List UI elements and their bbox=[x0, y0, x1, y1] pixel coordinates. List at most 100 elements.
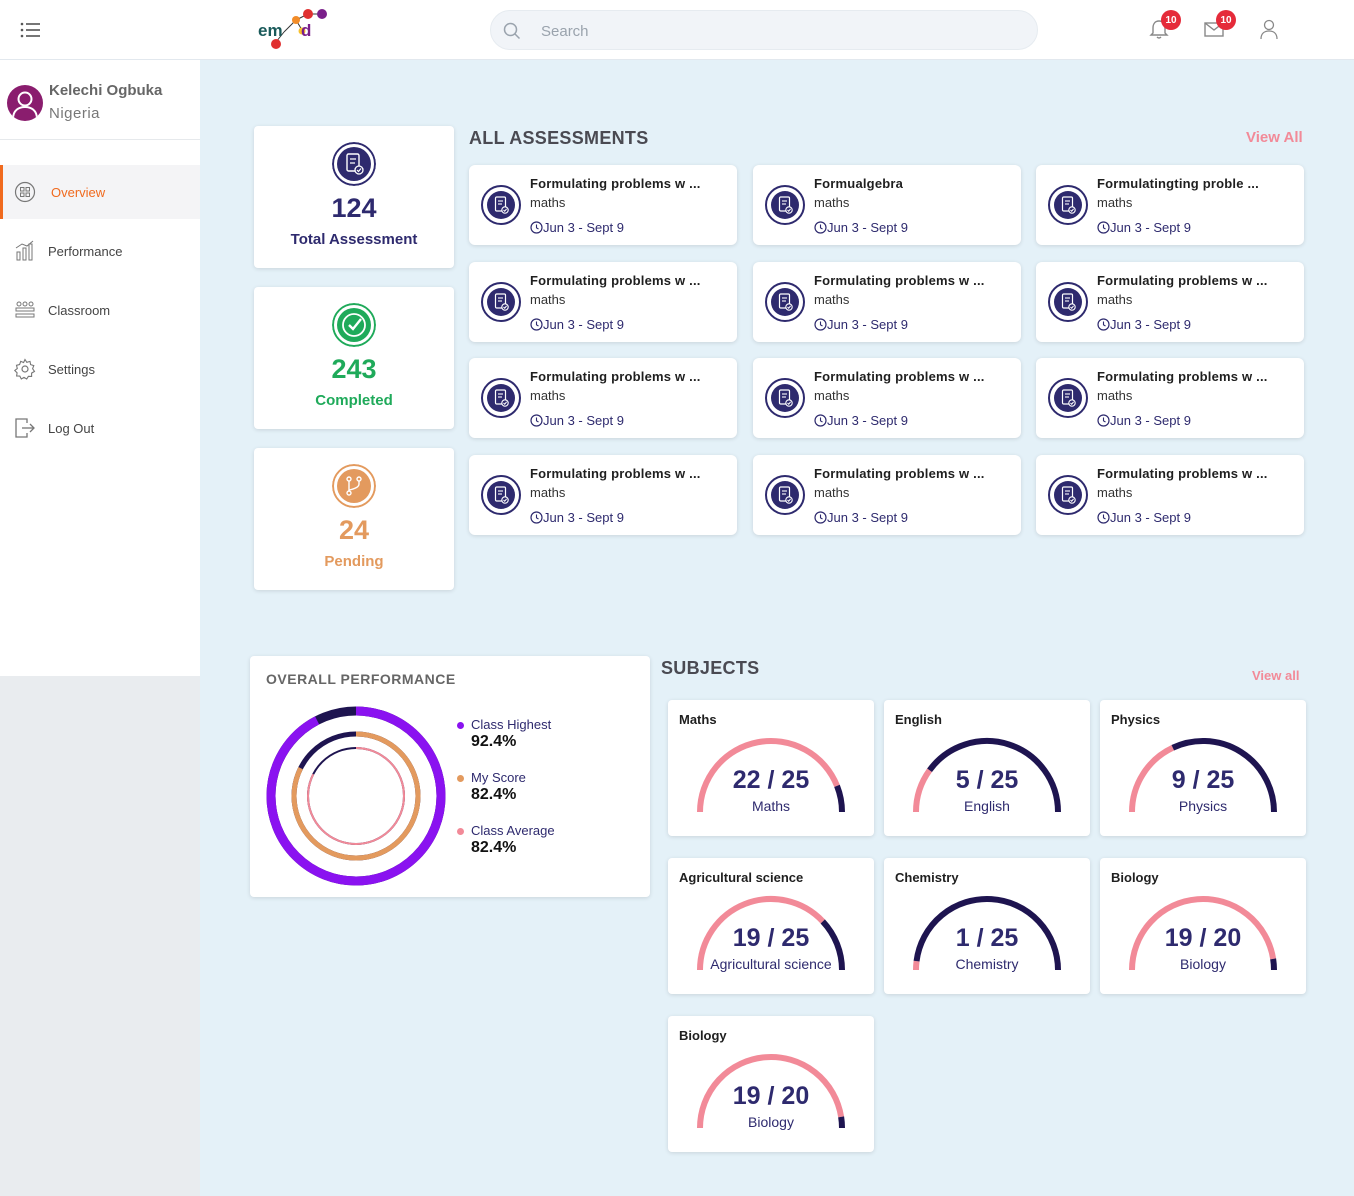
assessment-title: Formulating problems w ... bbox=[814, 369, 985, 384]
stat-value: 124 bbox=[331, 193, 377, 223]
sidebar-item-overview[interactable]: Overview bbox=[0, 165, 200, 219]
assessment-card[interactable]: Formulating problems w ... maths Jun 3 - S… bbox=[753, 455, 1021, 535]
sidebar-item-label: Settings bbox=[48, 362, 95, 377]
notifications-badge: 10 bbox=[1161, 10, 1181, 30]
subject-card[interactable]: Chemistry 1 / 25 Chemistry bbox=[884, 858, 1090, 994]
sidebar-item-settings[interactable]: Settings bbox=[0, 342, 200, 396]
subject-gauge bbox=[697, 738, 845, 813]
subject-gauge bbox=[697, 896, 845, 971]
subject-card[interactable]: English 5 / 25 English bbox=[884, 700, 1090, 836]
sidebar-item-label: Overview bbox=[51, 185, 106, 200]
assessment-title: Formulating problems w ... bbox=[814, 273, 985, 288]
assessment-date: Jun 3 - Sept 9 bbox=[814, 317, 908, 332]
gauge-filled-arc bbox=[1129, 745, 1175, 813]
assessment-card[interactable]: Formulating problems w ... maths Jun 3 - S… bbox=[753, 358, 1021, 438]
gauge-filled-arc bbox=[913, 768, 933, 813]
messages-button[interactable]: 10 bbox=[1203, 10, 1236, 42]
sidebar-footer bbox=[0, 676, 200, 1196]
stat-label: Total Assessment bbox=[290, 231, 418, 248]
stat-card-completed[interactable]: 243 Completed bbox=[254, 287, 454, 429]
clock-icon bbox=[1097, 511, 1110, 524]
profile-section[interactable]: Kelechi Ogbuka Nigeria bbox=[0, 60, 200, 140]
gauge-remaining-arc bbox=[838, 1116, 845, 1129]
sidebar-item-logout[interactable]: Log Out bbox=[0, 401, 200, 455]
subject-gauge bbox=[913, 738, 1061, 813]
assessment-date: Jun 3 - Sept 9 bbox=[814, 220, 908, 235]
assessment-title: Formulatingting proble ... bbox=[1097, 176, 1259, 191]
assessment-card[interactable]: Formulating problems w ... maths Jun 3 - S… bbox=[753, 262, 1021, 342]
subject-card[interactable]: Physics 9 / 25 Physics bbox=[1100, 700, 1306, 836]
gauge-filled-arc bbox=[697, 896, 825, 971]
user-menu-button[interactable] bbox=[1258, 18, 1282, 42]
legend-value: 92.4% bbox=[471, 733, 517, 750]
view-all-assessments-link[interactable]: View All bbox=[1246, 129, 1303, 146]
assessment-card[interactable]: Formulating problems w ... maths Jun 3 - S… bbox=[469, 262, 737, 342]
gauge-remaining-arc bbox=[913, 896, 1061, 971]
assessment-icon bbox=[765, 475, 805, 515]
stat-card-total[interactable]: 124 Total Assessment bbox=[254, 126, 454, 268]
legend-value: 82.4% bbox=[471, 786, 517, 803]
clock-icon bbox=[1097, 221, 1110, 234]
subject-gauge bbox=[913, 896, 1061, 971]
clock-icon bbox=[814, 221, 827, 234]
embed-logo[interactable]: em d bbox=[256, 6, 336, 54]
subject-title: Physics bbox=[1111, 712, 1161, 727]
subject-card[interactable]: Maths 22 / 25 Maths bbox=[668, 700, 874, 836]
profile-name: Kelechi Ogbuka bbox=[49, 82, 163, 99]
menu-icon[interactable] bbox=[20, 22, 40, 38]
sidebar-item-classroom[interactable]: Classroom bbox=[0, 283, 200, 337]
assessment-card[interactable]: Formulatingting proble ... maths Jun 3 - S… bbox=[1036, 165, 1304, 245]
assessment-card[interactable]: Formulating problems w ... maths Jun 3 - S… bbox=[1036, 455, 1304, 535]
stat-card-pending[interactable]: 24 Pending bbox=[254, 448, 454, 590]
assessment-title: Formulating problems w ... bbox=[530, 466, 701, 481]
assessment-date-text: Jun 3 - Sept 9 bbox=[1110, 413, 1191, 428]
search-input[interactable] bbox=[541, 19, 1001, 43]
subject-card[interactable]: Biology 19 / 20 Biology bbox=[668, 1016, 874, 1152]
assessment-subject: maths bbox=[814, 485, 850, 500]
chart-icon bbox=[15, 240, 34, 261]
view-all-subjects-link[interactable]: View all bbox=[1252, 668, 1299, 683]
gauge-remaining-arc bbox=[1270, 958, 1277, 971]
notifications-button[interactable]: 10 bbox=[1148, 10, 1181, 42]
search-bar[interactable] bbox=[490, 10, 1038, 50]
subject-card[interactable]: Biology 19 / 20 Biology bbox=[1100, 858, 1306, 994]
svg-text:em: em bbox=[258, 21, 283, 40]
legend-dot bbox=[457, 775, 464, 782]
subject-title: Biology bbox=[679, 1028, 727, 1043]
subject-title: Biology bbox=[1111, 870, 1159, 885]
assessment-card[interactable]: Formulating problems w ... maths Jun 3 - S… bbox=[469, 455, 737, 535]
assessment-subject: maths bbox=[814, 388, 850, 403]
top-bar: em d 10 10 bbox=[0, 0, 1354, 60]
subject-card[interactable]: Agricultural science 19 / 25 Agricultural … bbox=[668, 858, 874, 994]
assessment-title: Formualgebra bbox=[814, 176, 904, 191]
legend-label: My Score bbox=[471, 770, 526, 785]
assessment-subject: maths bbox=[1097, 485, 1133, 500]
assessment-card[interactable]: Formulating problems w ... maths Jun 3 - S… bbox=[469, 165, 737, 245]
assessments-title: ALL ASSESSMENTS bbox=[469, 128, 649, 148]
avatar[interactable] bbox=[7, 85, 43, 121]
clock-icon bbox=[1097, 318, 1110, 331]
legend-label: Class Average bbox=[471, 823, 555, 838]
clock-icon bbox=[530, 221, 543, 234]
assessment-date-text: Jun 3 - Sept 9 bbox=[827, 220, 908, 235]
assessment-icon bbox=[765, 185, 805, 225]
clock-icon bbox=[814, 511, 827, 524]
assessment-card[interactable]: Formualgebra maths Jun 3 - Sept 9 bbox=[753, 165, 1021, 245]
gauge-remaining-arc bbox=[927, 738, 1061, 813]
gauge-filled-arc bbox=[697, 1054, 845, 1129]
assessment-date-text: Jun 3 - Sept 9 bbox=[1110, 317, 1191, 332]
sidebar-item-performance[interactable]: Performance bbox=[0, 224, 200, 278]
assessment-card[interactable]: Formulating problems w ... maths Jun 3 - S… bbox=[1036, 262, 1304, 342]
assessment-icon bbox=[1048, 475, 1088, 515]
subject-gauge bbox=[697, 1054, 845, 1129]
avatar-person-icon bbox=[12, 91, 38, 120]
clock-icon bbox=[530, 414, 543, 427]
assessment-card[interactable]: Formulating problems w ... maths Jun 3 - S… bbox=[469, 358, 737, 438]
assessment-card[interactable]: Formulating problems w ... maths Jun 3 - S… bbox=[1036, 358, 1304, 438]
assessment-date-text: Jun 3 - Sept 9 bbox=[827, 317, 908, 332]
gauge-remaining-arc bbox=[1171, 738, 1277, 813]
assessment-date: Jun 3 - Sept 9 bbox=[1097, 317, 1191, 332]
performance-rings-chart bbox=[266, 706, 446, 886]
stat-value: 243 bbox=[331, 354, 377, 384]
assessment-subject: maths bbox=[530, 388, 566, 403]
